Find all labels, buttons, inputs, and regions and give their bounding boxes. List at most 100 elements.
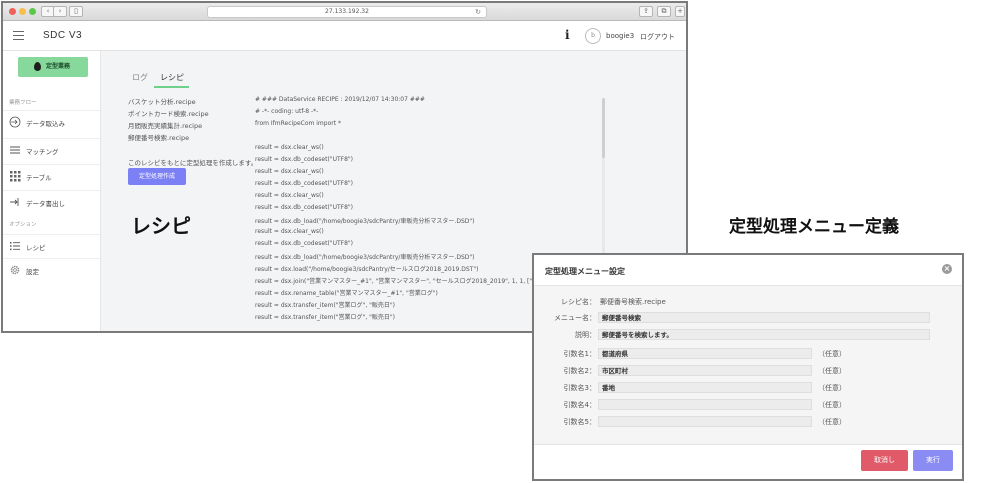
info-icon[interactable]: i	[565, 28, 570, 42]
code-line: result = dsx.clear_ws()	[255, 228, 324, 235]
code-line: result = dsx.clear_ws()	[255, 144, 324, 151]
section-label-workflow: 業務フロー	[9, 100, 37, 106]
sidebar-toggle-icon[interactable]: ▯	[69, 6, 83, 17]
dialog-title: 定型処理メニュー設定	[545, 267, 625, 276]
optional-note: （任意）	[818, 418, 846, 426]
sidebar-item-import[interactable]: データ取込み	[3, 110, 100, 132]
routine-task-button[interactable]: 定型業務	[18, 57, 88, 77]
arg4-input[interactable]	[598, 399, 812, 410]
sidebar-item-label: データ書出し	[26, 200, 65, 208]
tab-recipe[interactable]: レシピ	[160, 72, 184, 83]
drop-icon	[34, 62, 41, 71]
sidebar-item-export[interactable]: データ書出し	[3, 190, 100, 212]
arg3-input[interactable]: 番地	[598, 382, 812, 393]
tabs-icon[interactable]: ⧉	[657, 6, 671, 17]
grid-icon	[10, 171, 21, 182]
cancel-button[interactable]: 取消し	[861, 450, 908, 471]
sidebar-item-label: データ取込み	[26, 120, 65, 128]
code-line: result = dsx.load("/home/boogie3/sdcPant…	[255, 266, 479, 273]
username: boogie3	[606, 32, 635, 40]
app-title: SDC V3	[43, 30, 83, 41]
code-line: result = dsx.db_codeset("UTF8")	[255, 204, 353, 211]
share-icon[interactable]: ⇪	[639, 6, 653, 17]
address-text: 27.133.192.32	[325, 8, 369, 15]
menu-lines-icon	[10, 146, 20, 154]
sidebar-item-table[interactable]: テーブル	[3, 164, 100, 186]
arg5-input[interactable]	[598, 416, 812, 427]
code-line: result = dsx.db_codeset("UTF8")	[255, 156, 353, 163]
forward-icon[interactable]: ›	[53, 6, 67, 17]
code-line: # ### DataService RECIPE : 2019/12/07 14…	[255, 96, 425, 103]
code-line: result = dsx.db_codeset("UTF8")	[255, 240, 353, 247]
code-line: result = dsx.join("営業マンマスター_#1", "営業マンマス…	[255, 278, 557, 285]
arg-label: 引数名1：	[563, 350, 596, 358]
recipe-list-item[interactable]: ポイントカード検索.recipe	[128, 108, 209, 118]
arg-label: 引数名4：	[563, 401, 596, 409]
code-line: result = dsx.db_codeset("UTF8")	[255, 180, 353, 187]
sidebar-item-recipe[interactable]: レシピ	[3, 234, 100, 256]
zoom-window-icon[interactable]	[29, 8, 36, 15]
arg-label: 引数名3：	[563, 384, 596, 392]
app-header: SDC V3 i b boogie3 ログアウト	[3, 21, 686, 51]
sidebar-item-label: テーブル	[26, 174, 52, 182]
code-line: result = dsx.clear_ws()	[255, 192, 324, 199]
arg1-input[interactable]: 都道府県	[598, 348, 812, 359]
routine-task-label: 定型業務	[45, 63, 70, 70]
arg2-input[interactable]: 市区町村	[598, 365, 812, 376]
recipe-name-label: レシピ名：	[561, 298, 596, 306]
active-tab-indicator	[154, 86, 189, 88]
description-input[interactable]: 郵便番号を検索します。	[598, 329, 930, 340]
optional-note: （任意）	[818, 367, 846, 375]
create-routine-button[interactable]: 定型処理作成	[128, 168, 186, 185]
code-line: # -*- coding: utf-8 -*-	[255, 108, 319, 115]
recipe-name-value: 郵便番号検索.recipe	[600, 298, 666, 306]
sidebar-item-settings[interactable]: 設定	[3, 258, 100, 280]
close-window-icon[interactable]	[9, 8, 16, 15]
description-label: 説明：	[575, 331, 596, 339]
avatar[interactable]: b	[585, 28, 601, 44]
code-line: result = dsx.clear_ws()	[255, 168, 324, 175]
sidebar-item-label: マッチング	[26, 148, 59, 156]
menu-name-label: メニュー名：	[554, 314, 596, 322]
code-line: result = dsx.db_load("/home/boogie3/sdcP…	[255, 218, 475, 225]
logout-link[interactable]: ログアウト	[640, 32, 675, 42]
close-icon[interactable]: ×	[942, 264, 952, 274]
annotation-menu-definition: 定型処理メニュー定義	[729, 217, 899, 237]
sidebar: 定型業務 業務フロー データ取込み マッチング テーブル データ書出し オプショ…	[3, 51, 101, 331]
sidebar-item-label: レシピ	[26, 244, 46, 252]
code-scrollbar-thumb[interactable]	[602, 98, 605, 158]
dialog-form: レシピ名： 郵便番号検索.recipe メニュー名： 郵便番号検索 説明： 郵便…	[534, 285, 962, 445]
code-line: from IfmRecipeCom import *	[255, 120, 341, 127]
run-button[interactable]: 実行	[913, 450, 953, 471]
recipe-list-item[interactable]: 郵便番号検索.recipe	[128, 132, 189, 142]
arg-label: 引数名5：	[563, 418, 596, 426]
menu-settings-dialog: 定型処理メニュー設定 × レシピ名： 郵便番号検索.recipe メニュー名： …	[532, 253, 964, 481]
arg-label: 引数名2：	[563, 367, 596, 375]
browser-toolbar: ‹ › ▯ 27.133.192.32 ↻ ⇪ ⧉ +	[3, 3, 686, 21]
export-icon	[10, 198, 19, 206]
list-icon	[10, 242, 20, 251]
annotation-recipe: レシピ	[131, 214, 191, 238]
recipe-description: このレシピをもとに定型処理を作成します。	[128, 159, 258, 167]
section-label-option: オプション	[9, 222, 37, 228]
optional-note: （任意）	[818, 401, 846, 409]
address-bar[interactable]: 27.133.192.32 ↻	[207, 6, 487, 18]
hamburger-menu-icon[interactable]	[13, 31, 24, 40]
sidebar-item-matching[interactable]: マッチング	[3, 138, 100, 160]
recipe-list-item[interactable]: バスケット分析.recipe	[128, 96, 196, 106]
new-tab-icon[interactable]: +	[675, 6, 685, 17]
code-line: result = dsx.transfer_item("営業ログ", "販売日"…	[255, 302, 395, 309]
minimize-window-icon[interactable]	[19, 8, 26, 15]
code-line: result = dsx.transfer_item("営業ログ", "販売日"…	[255, 314, 395, 321]
optional-note: （任意）	[818, 384, 846, 392]
recipe-list-item[interactable]: 月間販売実績集計.recipe	[128, 120, 202, 130]
gear-icon	[10, 265, 20, 275]
menu-name-input[interactable]: 郵便番号検索	[598, 312, 930, 323]
sidebar-item-label: 設定	[26, 268, 39, 276]
import-icon	[9, 116, 21, 128]
tab-log[interactable]: ログ	[132, 72, 148, 83]
code-line: result = dsx.db_load("/home/boogie3/sdcP…	[255, 254, 475, 261]
optional-note: （任意）	[818, 350, 846, 358]
reload-icon[interactable]: ↻	[475, 7, 481, 17]
code-line: result = dsx.rename_table("営業マンマスター_#1",…	[255, 290, 438, 297]
